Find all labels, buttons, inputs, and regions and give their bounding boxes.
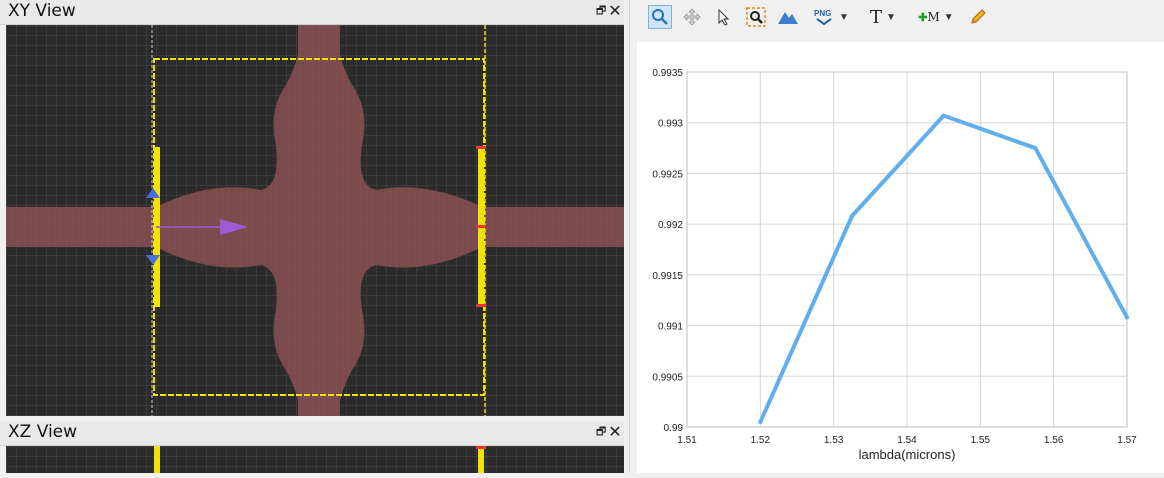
- y-tick-label: 0.9915: [652, 271, 683, 282]
- xy-view-close-icon[interactable]: ✕: [608, 1, 622, 21]
- marker-plus-icon: ✚: [918, 11, 928, 24]
- select-button[interactable]: [712, 5, 736, 29]
- mountain-icon: [778, 12, 798, 24]
- xz-view-close-icon[interactable]: ✕: [608, 422, 622, 442]
- xz-view-title: XZ View: [8, 422, 78, 442]
- data-point: [758, 419, 763, 424]
- plot-toolbar: PNG ▼ T ▼ ✚ M ▼: [630, 0, 1164, 34]
- y-tick-label: 0.9925: [652, 169, 683, 180]
- marker-dropdown-chevron-down-icon[interactable]: ▼: [944, 12, 954, 23]
- data-point: [850, 214, 854, 219]
- y-tick-label: 0.993: [658, 119, 683, 130]
- data-point: [1125, 315, 1129, 320]
- edit-button[interactable]: [966, 5, 990, 29]
- xz-view-canvas[interactable]: [6, 446, 624, 473]
- xz-output-monitor[interactable]: [478, 446, 484, 473]
- xy-view-canvas[interactable]: [6, 25, 624, 416]
- x-tick-label: 1.55: [971, 435, 991, 446]
- export-png-button[interactable]: PNG ▼: [808, 5, 854, 29]
- y-tick-label: 0.99: [664, 423, 684, 434]
- x-tick-label: 1.52: [751, 435, 771, 446]
- zoom-box-icon: [746, 7, 766, 27]
- x-tick-label: 1.56: [1044, 435, 1064, 446]
- x-axis-ticks: 1.51 1.52 1.53 1.54 1.55 1.56 1.57: [677, 435, 1137, 446]
- pencil-icon: [971, 9, 986, 24]
- png-label: PNG: [814, 9, 831, 18]
- fit-view-button[interactable]: [776, 5, 800, 29]
- x-tick-label: 1.53: [824, 435, 844, 446]
- x-tick-label: 1.57: [1117, 435, 1137, 446]
- zoom-icon: [652, 9, 668, 25]
- x-tick-label: 1.54: [897, 435, 917, 446]
- zoom-box-button[interactable]: [744, 5, 768, 29]
- y-axis-ticks: 0.99 0.9905 0.991 0.9915 0.992 0.9925 0.993 0.9…: [652, 68, 683, 434]
- chart-series: [758, 113, 1129, 424]
- xy-view-title: XY View: [8, 1, 76, 21]
- cursor-icon: [718, 8, 730, 26]
- x-axis-label: lambda(microns): [859, 447, 956, 462]
- chart-gridlines: [686, 71, 1128, 428]
- y-tick-label: 0.992: [658, 220, 683, 231]
- text-tool-button[interactable]: T ▼: [860, 5, 906, 29]
- data-point: [941, 113, 946, 118]
- xz-input-monitor[interactable]: [154, 446, 160, 473]
- y-tick-label: 0.991: [658, 322, 683, 333]
- y-tick-label: 0.9935: [652, 68, 683, 79]
- png-export-icon: PNG: [814, 9, 832, 26]
- y-tick-label: 0.9905: [652, 372, 683, 383]
- x-tick-label: 1.51: [677, 435, 697, 446]
- xz-view-restore-icon[interactable]: 🗗: [596, 426, 608, 438]
- data-point: [1033, 146, 1038, 151]
- marker-tool-button[interactable]: ✚ M ▼: [912, 5, 960, 29]
- xy-view-titlebar: XY View 🗗 ✕: [0, 0, 624, 25]
- pan-button[interactable]: [680, 5, 704, 29]
- xy-view-restore-icon[interactable]: 🗗: [596, 5, 608, 17]
- plot-pane: PNG ▼ T ▼ ✚ M ▼ 1.51 1.52 1.53 1.54 1.55 1.56…: [629, 0, 1164, 473]
- text-tool-icon: T: [870, 6, 883, 28]
- plot-area[interactable]: 1.51 1.52 1.53 1.54 1.55 1.56 1.57 0.99 0.9905 0…: [637, 42, 1164, 473]
- xz-output-marker: [476, 446, 486, 449]
- xz-grid: [6, 446, 624, 473]
- marker-tool-label: M: [927, 10, 940, 24]
- xz-view-titlebar: XZ View 🗗 ✕: [0, 421, 624, 446]
- text-dropdown-chevron-down-icon[interactable]: ▼: [886, 12, 896, 23]
- zoom-button[interactable]: [648, 5, 672, 29]
- transmission-line-chart[interactable]: 1.51 1.52 1.53 1.54 1.55 1.56 1.57 0.990.99050…: [637, 42, 1164, 473]
- png-dropdown-chevron-down-icon[interactable]: ▼: [839, 12, 849, 23]
- pan-icon: [683, 8, 701, 26]
